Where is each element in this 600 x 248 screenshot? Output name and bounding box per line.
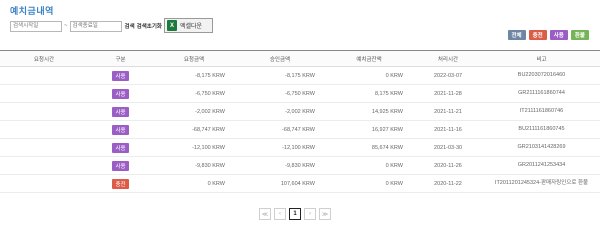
cell-processed-time: 2021-11-21 [413,102,483,121]
date-separator: ~ [64,23,68,29]
type-filter-button[interactable]: 환불 [570,30,589,40]
cell-request-amount: -68,747 KRW [153,120,235,139]
cell-balance: 85,674 KRW [325,138,413,157]
cell-approved-amount: -2,002 KRW [235,102,325,121]
excel-icon: X [167,20,177,31]
cell-type: 사용 [88,120,153,139]
cell-processed-time: 2021-03-30 [413,138,483,157]
reset-search-button[interactable]: 검색초기화 [137,22,162,30]
type-badge: 충전 [112,178,129,189]
column-header-approved-amount: 승인금액 [235,50,325,67]
current-page-button[interactable]: 1 [289,208,301,220]
cell-balance: 0 KRW [325,66,413,85]
cell-balance: 16,927 KRW [325,120,413,139]
cell-processed-time: 2021-11-28 [413,84,483,103]
table-row: 사용 -2,002 KRW -2,002 KRW 14,925 KRW 2021-11-… [0,102,600,121]
cell-balance: 0 KRW [325,156,413,175]
cell-approved-amount: -9,830 KRW [235,156,325,175]
type-badge: 사용 [112,160,129,171]
cell-requested-time [0,138,88,157]
cell-memo: BU2203072016460 [483,66,600,85]
cell-requested-time [0,66,88,85]
cell-type: 사용 [88,84,153,103]
cell-memo: GR2011241253434 [483,156,600,175]
type-badge: 사용 [112,88,129,99]
type-badge: 사용 [112,106,129,117]
column-header-balance: 예치금잔액 [325,50,413,67]
date-filter: ~ 검색 검색초기화 [10,20,162,32]
cell-request-amount: -2,002 KRW [153,102,235,121]
table-row: 사용 -8,175 KRW -8,175 KRW 0 KRW 2022-03-07 BU2… [0,66,600,85]
cell-approved-amount: 107,604 KRW [235,174,325,193]
table-row: 사용 -68,747 KRW -68,747 KRW 16,927 KRW 2021-1… [0,120,600,139]
cell-memo: IT2111161860746 [483,102,600,121]
type-filter-button[interactable]: 충전 [528,30,547,40]
column-header-requested-time: 요청시간 [0,50,88,67]
last-page-button[interactable]: ≫ [319,208,331,220]
cell-processed-time: 2020-11-22 [413,174,483,193]
cell-approved-amount: -8,175 KRW [235,66,325,85]
cell-processed-time: 2022-03-07 [413,66,483,85]
type-filter-button[interactable]: 전체 [507,30,526,40]
cell-requested-time [0,120,88,139]
column-header-type: 구분 [88,50,153,67]
table-row: 충전 0 KRW 107,604 KRW 0 KRW 2020-11-22 IT20112… [0,174,600,193]
cell-memo: IT2011201245324-판매자링인으로 환불 [483,174,600,193]
cell-request-amount: -12,100 KRW [153,138,235,157]
cell-request-amount: -6,750 KRW [153,84,235,103]
cell-type: 사용 [88,66,153,85]
cell-balance: 8,175 KRW [325,84,413,103]
type-badge: 사용 [112,124,129,135]
cell-request-amount: 0 KRW [153,174,235,193]
cell-requested-time [0,102,88,121]
end-date-input[interactable] [69,20,122,32]
cell-requested-time [0,156,88,175]
cell-type: 사용 [88,156,153,175]
cell-approved-amount: -68,747 KRW [235,120,325,139]
type-badge: 사용 [112,142,129,153]
cell-request-amount: -9,830 KRW [153,156,235,175]
cell-memo: GR2103141428269 [483,138,600,157]
cell-type: 사용 [88,138,153,157]
cell-request-amount: -8,175 KRW [153,66,235,85]
cell-processed-time: 2020-11-26 [413,156,483,175]
column-header-memo: 비고 [483,50,600,67]
cell-balance: 14,925 KRW [325,102,413,121]
type-badge: 사용 [112,70,129,81]
cell-requested-time [0,84,88,103]
column-header-processed-time: 처리시간 [413,50,483,67]
excel-download-label: 엑셀다운 [180,24,203,30]
cell-memo: GR2111161860744 [483,84,600,103]
search-button[interactable]: 검색 [125,22,135,30]
table-row: 사용 -9,830 KRW -9,830 KRW 0 KRW 2020-11-26 GR2… [0,156,600,175]
table-row: 사용 -12,100 KRW -12,100 KRW 85,674 KRW 2021-0… [0,138,600,157]
prev-page-button[interactable]: ‹ [274,208,286,220]
table-header-row: 요청시간 구분 요청금액 승인금액 예치금잔액 처리시간 비고 [0,50,600,67]
table-body: 사용 -8,175 KRW -8,175 KRW 0 KRW 2022-03-07 BU2… [0,66,600,193]
cell-approved-amount: -12,100 KRW [235,138,325,157]
cell-type: 사용 [88,102,153,121]
type-filter-button[interactable]: 사용 [549,30,568,40]
start-date-input[interactable] [10,20,62,32]
first-page-button[interactable]: ≪ [259,208,271,220]
cell-type: 충전 [88,174,153,193]
pagination: ≪ ‹ 1 › ≫ [259,208,331,220]
cell-balance: 0 KRW [325,174,413,193]
column-header-request-amount: 요청금액 [153,50,235,67]
type-filter-group: 전체 충전 사용 환불 [507,30,589,40]
cell-processed-time: 2021-11-16 [413,120,483,139]
excel-download-button[interactable]: X 엑셀다운 [164,18,213,33]
cell-memo: BU2111161860745 [483,120,600,139]
deposit-table: 요청시간 구분 요청금액 승인금액 예치금잔액 처리시간 비고 사용 -8,175… [0,50,600,193]
cell-approved-amount: -6,750 KRW [235,84,325,103]
cell-requested-time [0,174,88,193]
next-page-button[interactable]: › [304,208,316,220]
table-row: 사용 -6,750 KRW -6,750 KRW 8,175 KRW 2021-11-2… [0,84,600,103]
page-title: 예치금내역 [10,6,54,16]
